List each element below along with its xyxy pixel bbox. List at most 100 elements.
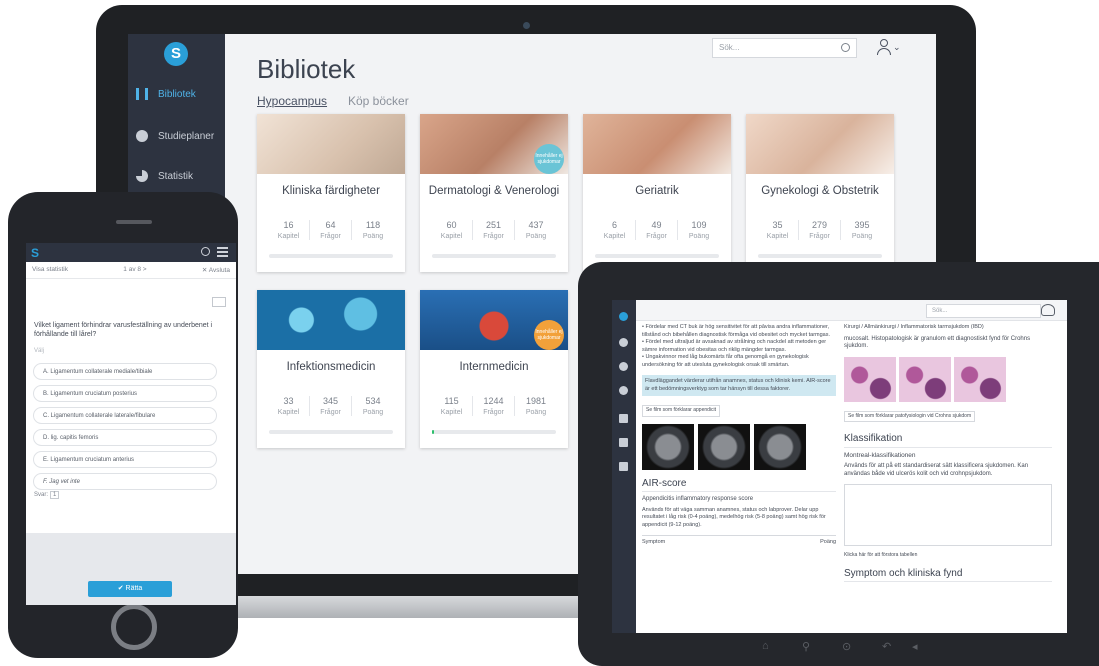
book-stats: 16 Kapitel 64 Frågor 118 Poäng	[257, 220, 405, 240]
breadcrumb[interactable]: Kirurgi / Allmänkirurgi / Inflammatorisk…	[844, 324, 1052, 332]
stat-poang: 395 Poäng	[841, 220, 883, 240]
phone-home-button[interactable]	[111, 604, 157, 650]
montreal-table[interactable]	[844, 484, 1052, 546]
ct-image[interactable]	[754, 423, 806, 470]
hypocampus-logo[interactable]: S	[164, 42, 188, 66]
table-zoom-link[interactable]: Klicka här för att förstora tabellen	[844, 552, 1052, 560]
book-title: Internmedicin	[459, 361, 529, 373]
ct-image[interactable]	[698, 423, 750, 470]
film-link[interactable]: Se film som förklarar appendicit	[642, 405, 721, 417]
compass-icon	[136, 130, 148, 142]
stat-fragor: 49 Frågor	[636, 220, 678, 240]
sidebar-item-bibliotek[interactable]: Bibliotek	[128, 74, 225, 114]
progress-bar	[595, 254, 719, 258]
search-icon[interactable]	[201, 247, 210, 256]
stat-value: 251	[485, 220, 502, 230]
answer-option[interactable]: C. Ligamentum collaterale laterale/fibul…	[33, 407, 217, 424]
answer-option[interactable]: D. lig. capitis femoris	[33, 429, 217, 446]
answer-count-value: 1	[50, 491, 60, 499]
stat-value: 118	[365, 220, 381, 230]
stat-label: Frågor	[483, 409, 504, 416]
stat-label: Poäng	[362, 233, 384, 240]
answer-option[interactable]: B. Ligamentum cruciatum posterius	[33, 385, 217, 402]
tab-kop-bocker[interactable]: Köp böcker	[348, 94, 409, 108]
section-heading[interactable]: Klassifikation	[844, 434, 1052, 448]
compass-icon[interactable]	[619, 362, 628, 371]
search-input[interactable]: Sök...	[926, 304, 1041, 318]
question-counter[interactable]: 1 av 8 >	[123, 266, 146, 274]
stat-value: 64	[325, 220, 336, 230]
camera-icon[interactable]: ⊙	[842, 640, 851, 653]
user-menu-button[interactable]: ⌄	[876, 39, 902, 57]
section-heading[interactable]: Symptom och kliniska fynd	[844, 568, 1052, 582]
submit-answer-button[interactable]: ✔ Rätta	[88, 581, 172, 597]
books-icon[interactable]	[619, 338, 628, 347]
search-icon[interactable]: ⚲	[802, 640, 810, 653]
books-icon	[136, 88, 148, 100]
stat-label: Kapitel	[603, 233, 626, 240]
film-link[interactable]: Se film som förklarar patofysiologin vid…	[844, 410, 976, 422]
search-icon[interactable]	[841, 43, 850, 52]
stat-kapitel: 115 Kapitel	[431, 396, 473, 416]
book-stats: 115 Kapitel 1244 Frågor 1981 Poäng	[420, 396, 568, 416]
info-badge: Innehåller ej sjukdomar	[534, 144, 564, 174]
stat-kapitel: 35 Kapitel	[757, 220, 799, 240]
answer-option[interactable]: F. Jag vet inte	[33, 473, 217, 490]
stat-poang: 1981 Poäng	[515, 396, 557, 416]
histology-images[interactable]	[844, 356, 1052, 402]
sidebar-item-statistik[interactable]: Statistik	[128, 156, 225, 196]
home-icon[interactable]: ⌂	[762, 640, 769, 652]
document-icon[interactable]	[619, 462, 628, 471]
stat-kapitel: 16 Kapitel	[268, 220, 310, 240]
histology-image[interactable]	[954, 356, 1006, 402]
note-icon[interactable]	[212, 297, 226, 307]
histology-image[interactable]	[899, 356, 951, 402]
book-card[interactable]: Innehåller ej sjukdomar Dermatologi & Ven…	[420, 114, 568, 272]
phone-screen: S Visa statistik 1 av 8 > ✕ Avsluta Vilk…	[26, 243, 236, 605]
book-cover-image	[257, 290, 405, 350]
book-card[interactable]: Kliniska färdigheter 16 Kapitel 64 Frågor 118…	[257, 114, 405, 272]
table-header: Symptom Poäng	[642, 535, 836, 547]
stat-label: Frågor	[646, 233, 667, 240]
hamburger-menu-icon[interactable]	[217, 247, 228, 257]
stat-value: 395	[854, 220, 870, 230]
book-card[interactable]: Infektionsmedicin 33 Kapitel 345 Frågor 534 Po…	[257, 290, 405, 448]
tab-hypocampus[interactable]: Hypocampus	[257, 94, 327, 108]
search-input[interactable]: Sök...	[712, 38, 857, 58]
stat-poang: 118 Poäng	[352, 220, 394, 240]
back-icon[interactable]: ↶	[882, 640, 891, 653]
show-stats-link[interactable]: Visa statistik	[32, 266, 68, 274]
stat-kapitel: 6 Kapitel	[594, 220, 636, 240]
stat-label: Kapitel	[277, 233, 300, 240]
section-text: Används för att väga samman anamnes, sta…	[642, 506, 826, 528]
progress-bar	[432, 254, 556, 258]
answer-option[interactable]: E. Ligamentum cruciatum anterius	[33, 451, 217, 468]
bullet-text: • Fördelar med CT buk är hög sensitivite…	[642, 324, 831, 338]
sidebar-item-label: Statistik	[158, 170, 194, 182]
book-card[interactable]: Gynekologi & Obstetrik 35 Kapitel 279 Frågor…	[746, 114, 894, 272]
hypocampus-logo[interactable]: S	[31, 246, 39, 260]
document-icon[interactable]	[619, 414, 628, 423]
histology-image[interactable]	[844, 356, 896, 402]
chapter-pane-left: • Fördelar med CT buk är hög sensitivite…	[642, 324, 836, 629]
pie-chart-icon[interactable]	[619, 386, 628, 395]
book-card[interactable]: Geriatrik 6 Kapitel 49 Frågor 109 Poäng	[583, 114, 731, 272]
user-icon[interactable]	[1041, 304, 1055, 316]
section-heading[interactable]: AIR-score	[642, 478, 836, 492]
stat-poang: 437 Poäng	[515, 220, 557, 240]
stat-value: 60	[446, 220, 457, 230]
sidebar-item-studieplaner[interactable]: Studieplaner	[128, 116, 225, 156]
tablet-topbar: Sök...	[636, 300, 1067, 321]
book-card[interactable]: Innehåller ej sjukdomar Internmedicin 115 K…	[420, 290, 568, 448]
stat-label: Poäng	[362, 409, 384, 416]
ct-images[interactable]	[642, 423, 836, 470]
stat-value: 115	[444, 396, 459, 406]
quit-button[interactable]: ✕ Avsluta	[202, 266, 230, 274]
document-icon[interactable]	[619, 438, 628, 447]
section-text: mucosalt. Histopatologisk är granulom et…	[844, 335, 1031, 350]
hypocampus-logo[interactable]	[619, 312, 628, 321]
book-title: Infektionsmedicin	[286, 361, 376, 373]
volume-icon[interactable]: ◂	[912, 640, 918, 653]
ct-image[interactable]	[642, 423, 694, 470]
answer-option[interactable]: A. Ligamentum collaterale mediale/tibial…	[33, 363, 217, 380]
